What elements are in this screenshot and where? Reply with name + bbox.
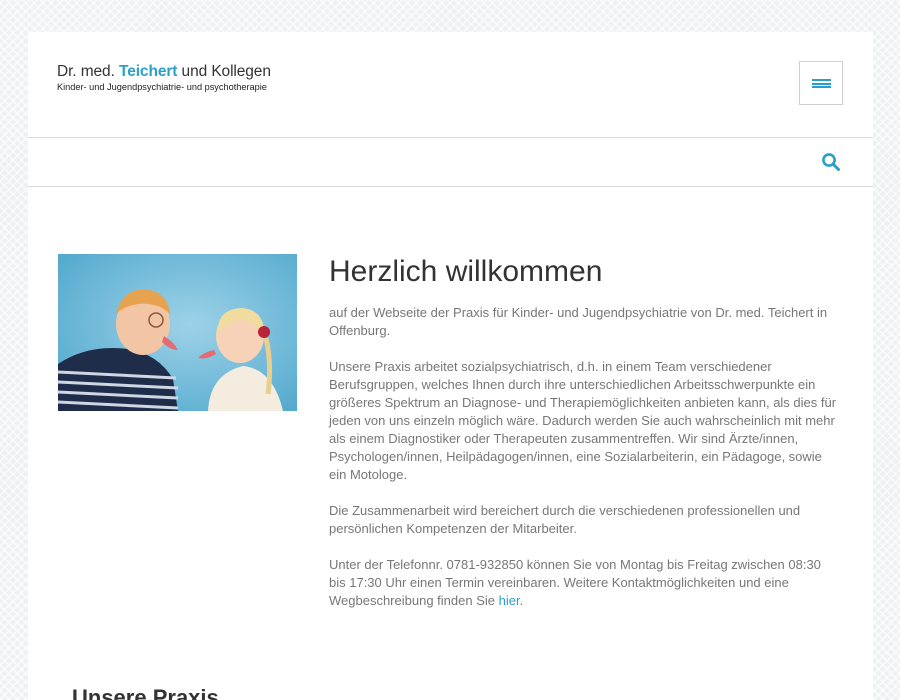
- welcome-text-column: Herzlich willkommen auf der Webseite der…: [329, 254, 841, 610]
- menu-button[interactable]: [799, 61, 843, 105]
- search-bar: [28, 138, 873, 187]
- practice-description-paragraph: Unsere Praxis arbeitet sozialpsychiatris…: [329, 359, 837, 482]
- logo-title: Dr. med. Teichert und Kollegen: [57, 63, 271, 80]
- search-icon[interactable]: [821, 152, 841, 172]
- logo-subtitle: Kinder- und Jugendpsychiatrie- und psych…: [57, 82, 267, 92]
- collaboration-paragraph: Die Zusammenarbeit wird bereichert durch…: [329, 503, 801, 536]
- intro-paragraph: auf der Webseite der Praxis für Kinder- …: [329, 305, 828, 338]
- contact-paragraph: Unter der Telefonnr. 0781-932850 können …: [329, 557, 821, 608]
- site-header: Dr. med. Teichert und Kollegen Kinder- u…: [28, 32, 873, 138]
- section-title-practice: Unsere Praxis: [72, 685, 219, 700]
- contact-link[interactable]: hier: [499, 593, 520, 608]
- page-container: Dr. med. Teichert und Kollegen Kinder- u…: [28, 32, 873, 700]
- logo-accent-name: Teichert: [118, 63, 178, 80]
- site-logo[interactable]: Dr. med. Teichert und Kollegen Kinder- u…: [57, 63, 271, 92]
- children-photo: [58, 254, 297, 411]
- hamburger-menu-icon: [812, 79, 831, 88]
- page-title: Herzlich willkommen: [329, 255, 603, 288]
